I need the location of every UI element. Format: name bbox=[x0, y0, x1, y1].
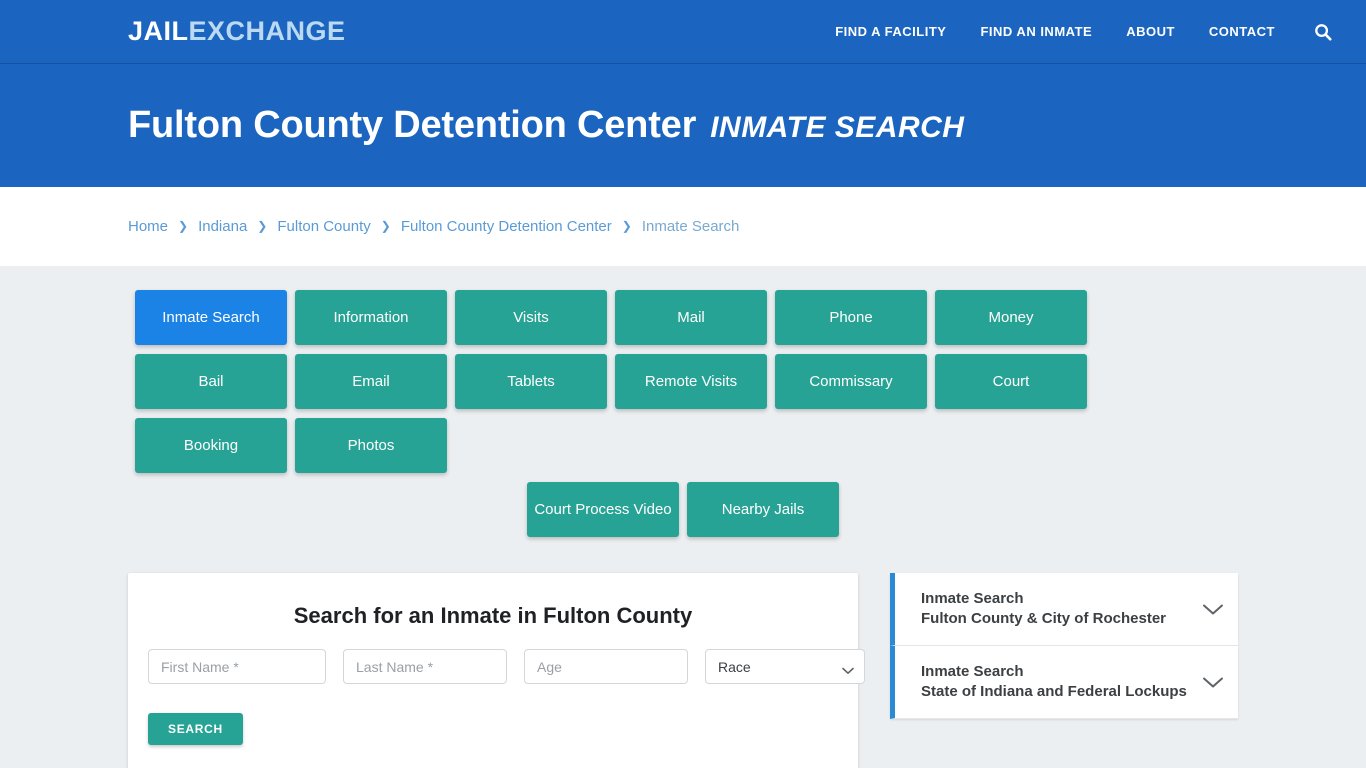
tab-court[interactable]: Court bbox=[935, 354, 1087, 409]
breadcrumb-item-fulton-county[interactable]: Fulton County bbox=[277, 218, 370, 235]
tab-information[interactable]: Information bbox=[295, 290, 447, 345]
tab-commissary[interactable]: Commissary bbox=[775, 354, 927, 409]
chevron-down-icon[interactable] bbox=[1202, 603, 1224, 616]
breadcrumb-separator-icon: ❯ bbox=[621, 218, 632, 233]
race-select[interactable]: Race bbox=[705, 649, 865, 684]
page-body: Inmate Search Information Visits Mail Ph… bbox=[0, 266, 1366, 768]
tab-court-process-video[interactable]: Court Process Video bbox=[527, 482, 679, 537]
site-logo[interactable]: JAILEXCHANGE bbox=[128, 18, 346, 45]
tab-email[interactable]: Email bbox=[295, 354, 447, 409]
accordion-subtitle: State of Indiana and Federal Lockups bbox=[921, 683, 1187, 700]
breadcrumb-item-facility[interactable]: Fulton County Detention Center bbox=[401, 218, 612, 235]
accordion-text: Inmate Search State of Indiana and Feder… bbox=[921, 662, 1192, 702]
search-fields: Race bbox=[146, 649, 865, 684]
chevron-down-icon[interactable] bbox=[1202, 676, 1224, 689]
breadcrumb-separator-icon: ❯ bbox=[257, 218, 268, 233]
tab-money[interactable]: Money bbox=[935, 290, 1087, 345]
sidebar: Inmate Search Fulton County & City of Ro… bbox=[890, 573, 1238, 719]
accordion-subtitle: Fulton County & City of Rochester bbox=[921, 610, 1166, 627]
nav-item-find-an-inmate[interactable]: FIND AN INMATE bbox=[963, 0, 1109, 64]
main-column: Search for an Inmate in Fulton County Ra… bbox=[128, 573, 865, 768]
race-select-wrap: Race bbox=[705, 649, 865, 684]
inmate-search-card: Search for an Inmate in Fulton County Ra… bbox=[128, 573, 865, 768]
facility-tab-grid: Inmate Search Information Visits Mail Ph… bbox=[135, 290, 1231, 473]
tab-booking[interactable]: Booking bbox=[135, 418, 287, 473]
accordion-title: Inmate Search bbox=[921, 663, 1024, 680]
first-name-input[interactable] bbox=[148, 649, 326, 684]
breadcrumb-item-indiana[interactable]: Indiana bbox=[198, 218, 247, 235]
nav-item-find-a-facility[interactable]: FIND A FACILITY bbox=[818, 0, 963, 64]
breadcrumb: Home ❯ Indiana ❯ Fulton County ❯ Fulton … bbox=[0, 187, 1366, 266]
nav-item-about[interactable]: ABOUT bbox=[1109, 0, 1192, 64]
site-header: JAILEXCHANGE FIND A FACILITY FIND AN INM… bbox=[0, 0, 1366, 64]
breadcrumb-item-current: Inmate Search bbox=[641, 218, 740, 235]
logo-text-primary: JAIL bbox=[128, 16, 189, 46]
tab-phone[interactable]: Phone bbox=[775, 290, 927, 345]
tab-visits[interactable]: Visits bbox=[455, 290, 607, 345]
page-hero: Fulton County Detention Center INMATE SE… bbox=[0, 64, 1366, 187]
accordion-text: Inmate Search Fulton County & City of Ro… bbox=[921, 589, 1192, 629]
content-columns: Search for an Inmate in Fulton County Ra… bbox=[128, 573, 1238, 768]
sidebar-item-inmate-search-county[interactable]: Inmate Search Fulton County & City of Ro… bbox=[890, 573, 1238, 646]
primary-nav: FIND A FACILITY FIND AN INMATE ABOUT CON… bbox=[818, 0, 1342, 64]
search-button[interactable]: SEARCH bbox=[148, 713, 243, 745]
logo-text-secondary: EXCHANGE bbox=[188, 16, 346, 46]
nav-item-contact[interactable]: CONTACT bbox=[1192, 0, 1292, 64]
breadcrumb-separator-icon: ❯ bbox=[380, 218, 391, 233]
search-icon[interactable] bbox=[1292, 23, 1342, 41]
accordion-title: Inmate Search bbox=[921, 590, 1024, 607]
page-title: Fulton County Detention Center bbox=[128, 104, 697, 146]
tab-photos[interactable]: Photos bbox=[295, 418, 447, 473]
breadcrumb-separator-icon: ❯ bbox=[178, 218, 189, 233]
last-name-input[interactable] bbox=[343, 649, 507, 684]
tab-mail[interactable]: Mail bbox=[615, 290, 767, 345]
age-input[interactable] bbox=[524, 649, 688, 684]
tab-inmate-search[interactable]: Inmate Search bbox=[135, 290, 287, 345]
breadcrumb-item-home[interactable]: Home bbox=[128, 218, 168, 235]
facility-tab-row-extra: Court Process Video Nearby Jails bbox=[135, 482, 1231, 537]
search-card-title: Search for an Inmate in Fulton County bbox=[293, 603, 693, 628]
tab-tablets[interactable]: Tablets bbox=[455, 354, 607, 409]
sidebar-item-inmate-search-state[interactable]: Inmate Search State of Indiana and Feder… bbox=[890, 646, 1238, 719]
page-subtitle: INMATE SEARCH bbox=[710, 111, 965, 144]
tab-bail[interactable]: Bail bbox=[135, 354, 287, 409]
tab-remote-visits[interactable]: Remote Visits bbox=[615, 354, 767, 409]
tab-nearby-jails[interactable]: Nearby Jails bbox=[687, 482, 839, 537]
